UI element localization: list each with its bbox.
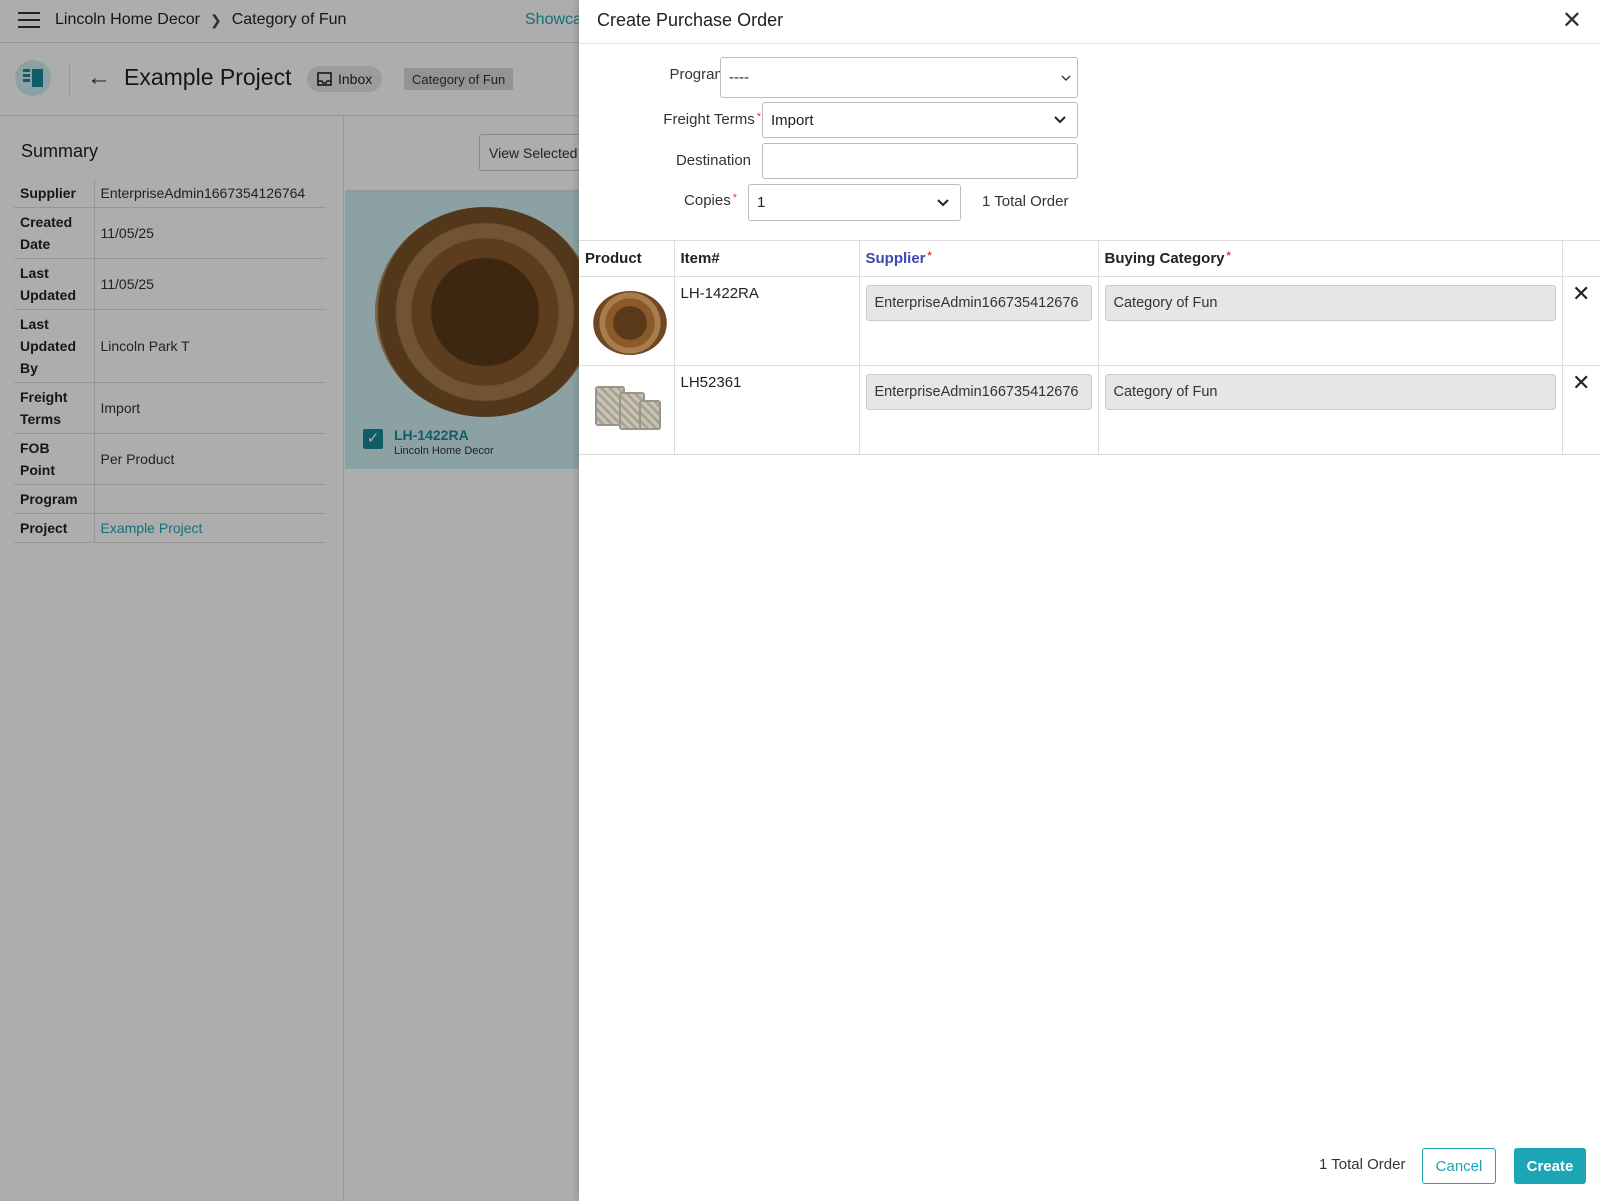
program-select[interactable]: ----: [720, 57, 1078, 98]
program-value: ----: [729, 69, 749, 86]
required-asterisk: *: [927, 250, 932, 262]
remove-row-icon[interactable]: ✕: [1562, 276, 1600, 366]
remove-row-icon[interactable]: ✕: [1562, 365, 1600, 455]
supplier-field: EnterpriseAdmin166735412676: [865, 285, 1092, 321]
po-items-table: Product Item# Supplier * Buying Category *…: [579, 240, 1600, 455]
create-po-drawer: Create Purchase Order ✕ Program ---- Fre…: [579, 0, 1600, 1201]
total-order-count: 1 Total Order: [982, 193, 1069, 210]
supplier-cell: EnterpriseAdmin166735412676: [859, 365, 1099, 455]
copies-value: 1: [757, 194, 766, 211]
column-header-buying-category: Buying Category *: [1098, 240, 1563, 277]
freight-terms-value: Import: [771, 111, 814, 129]
product-thumbnail: [595, 382, 665, 442]
product-thumbnail-cell: [579, 276, 675, 366]
program-label: Program: [669, 66, 727, 83]
required-asterisk: *: [732, 192, 737, 204]
chevron-down-icon: [1061, 75, 1071, 81]
footer-total-order: 1 Total Order: [1319, 1156, 1406, 1173]
freight-terms-label: Freight Terms *: [619, 111, 761, 128]
buying-category-cell: Category of Fun: [1098, 365, 1563, 455]
product-thumbnail: [593, 291, 667, 355]
cancel-button[interactable]: Cancel: [1422, 1148, 1496, 1184]
destination-label: Destination: [675, 152, 751, 169]
table-row: LH-1422RA EnterpriseAdmin166735412676 Ca…: [579, 276, 1600, 366]
freight-terms-label-text: Freight Terms: [663, 111, 755, 128]
create-button[interactable]: Create: [1514, 1148, 1586, 1184]
column-header-supplier: Supplier *: [859, 240, 1099, 277]
supplier-header-text: Supplier: [865, 250, 926, 267]
copies-select[interactable]: 1: [748, 184, 961, 221]
freight-terms-select[interactable]: Import: [762, 102, 1078, 138]
table-header-row: Product Item# Supplier * Buying Category *: [579, 240, 1600, 277]
required-asterisk: *: [756, 111, 761, 123]
table-row: LH52361 EnterpriseAdmin166735412676 Cate…: [579, 365, 1600, 455]
chevron-down-icon: [937, 198, 949, 206]
required-asterisk: *: [1226, 250, 1231, 262]
drawer-header: Create Purchase Order ✕: [579, 0, 1600, 44]
buying-category-field: Category of Fun: [1104, 374, 1556, 410]
buying-category-field: Category of Fun: [1104, 285, 1556, 321]
column-header-item: Item#: [674, 240, 860, 277]
buying-category-cell: Category of Fun: [1098, 276, 1563, 366]
item-number: LH-1422RA: [674, 276, 860, 366]
supplier-cell: EnterpriseAdmin166735412676: [859, 276, 1099, 366]
product-thumbnail-cell: [579, 365, 675, 455]
close-icon[interactable]: ✕: [1562, 9, 1582, 33]
column-header-product: Product: [579, 240, 675, 277]
column-header-actions: [1562, 240, 1600, 277]
buying-category-header-text: Buying Category: [1104, 250, 1225, 267]
item-number: LH52361: [674, 365, 860, 455]
drawer-title: Create Purchase Order: [597, 10, 784, 30]
destination-input[interactable]: [762, 143, 1078, 179]
supplier-field: EnterpriseAdmin166735412676: [865, 374, 1092, 410]
copies-label: Copies *: [639, 192, 737, 209]
copies-label-text: Copies: [684, 192, 731, 209]
chevron-down-icon: [1054, 116, 1066, 124]
